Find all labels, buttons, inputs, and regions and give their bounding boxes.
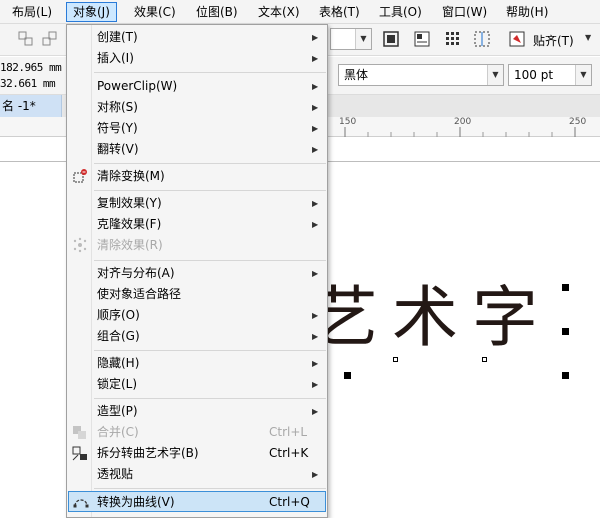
art-text-object[interactable]: 艺术字 <box>312 278 552 358</box>
menu-item-combine: 合并(C) Ctrl+L <box>68 422 326 443</box>
menu-item-flip[interactable]: 翻转(V) ▶ <box>68 139 326 160</box>
object-menu-dropdown: 创建(T) ▶ 插入(I) ▶ PowerClip(W) ▶ 对称(S) ▶ 符号(Y)… <box>66 24 328 518</box>
menu-window[interactable]: 窗口(W) <box>436 2 493 22</box>
snap-to-icon[interactable] <box>507 29 527 49</box>
menu-item-lock[interactable]: 锁定(L) ▶ <box>68 374 326 395</box>
menu-item-fit-to-path[interactable]: 使对象适合路径 <box>68 284 326 305</box>
grid-icon[interactable] <box>443 29 463 49</box>
menu-help[interactable]: 帮助(H) <box>500 2 554 22</box>
combine-icon <box>71 424 89 441</box>
guidelines-icon[interactable] <box>472 29 492 49</box>
menu-bar: 布局(L) 对象(J) 效果(C) 位图(B) 文本(X) 表格(T) 工具(O… <box>0 0 600 24</box>
ruler-label: 200 <box>454 117 472 127</box>
document-tab[interactable]: 名 -1* <box>0 95 62 117</box>
submenu-arrow-icon: ▶ <box>312 407 319 416</box>
menu-item-perspective[interactable]: 透视贴 ▶ <box>68 464 326 485</box>
selection-handle[interactable] <box>562 328 569 335</box>
menu-item-powerclip[interactable]: PowerClip(W) ▶ <box>68 76 326 97</box>
submenu-arrow-icon: ▶ <box>312 82 319 91</box>
clear-transform-icon <box>71 168 89 185</box>
menu-separator <box>94 350 326 351</box>
font-family-select[interactable]: 黑体 ▼ <box>338 64 504 86</box>
page-icon[interactable] <box>412 29 432 49</box>
coreldraw-window: 布局(L) 对象(J) 效果(C) 位图(B) 文本(X) 表格(T) 工具(O… <box>0 0 600 518</box>
submenu-arrow-icon: ▶ <box>312 145 319 154</box>
submenu-arrow-icon: ▶ <box>312 269 319 278</box>
menu-bitmaps[interactable]: 位图(B) <box>190 2 244 22</box>
menu-item-create[interactable]: 创建(T) ▶ <box>68 27 326 48</box>
menu-table[interactable]: 表格(T) <box>313 2 366 22</box>
menu-text[interactable]: 文本(X) <box>252 2 306 22</box>
submenu-arrow-icon: ▶ <box>312 311 319 320</box>
menu-layout[interactable]: 布局(L) <box>6 2 58 22</box>
menu-item-symmetry[interactable]: 对称(S) ▶ <box>68 97 326 118</box>
menu-separator <box>94 398 326 399</box>
menu-item-break-apart-art-text[interactable]: 拆分转曲艺术字(B) Ctrl+K <box>68 443 326 464</box>
menu-item-shaping[interactable]: 造型(P) ▶ <box>68 401 326 422</box>
menu-item-clear-transform[interactable]: 清除变换(M) <box>68 166 326 187</box>
menu-separator <box>94 488 326 489</box>
submenu-arrow-icon: ▶ <box>312 124 319 133</box>
menu-separator <box>94 72 326 73</box>
menu-item-group[interactable]: 组合(G) ▶ <box>68 326 326 347</box>
node-handle[interactable] <box>393 357 398 362</box>
snap-to-label[interactable]: 贴齐(T) <box>533 32 574 49</box>
submenu-arrow-icon: ▶ <box>312 54 319 63</box>
y-position-field[interactable]: 32.661 mm <box>0 76 64 92</box>
menu-item-insert[interactable]: 插入(I) ▶ <box>68 48 326 69</box>
menu-item-copy-effect[interactable]: 复制效果(Y) ▶ <box>68 193 326 214</box>
font-family-value: 黑体 <box>344 68 369 82</box>
chevron-down-icon[interactable]: ▼ <box>487 65 503 85</box>
x-position-field[interactable]: 182.965 mm <box>0 60 64 76</box>
submenu-arrow-icon: ▶ <box>312 332 319 341</box>
menu-item-symbol[interactable]: 符号(Y) ▶ <box>68 118 326 139</box>
selection-handle[interactable] <box>562 372 569 379</box>
menu-separator <box>94 260 326 261</box>
selection-handle[interactable] <box>562 284 569 291</box>
menu-item-clone-effect[interactable]: 克隆效果(F) ▶ <box>68 214 326 235</box>
menu-item-convert-to-curves[interactable]: 转换为曲线(V) Ctrl+Q <box>68 491 326 512</box>
chevron-down-icon[interactable]: ▼ <box>575 65 591 85</box>
fullscreen-icon[interactable] <box>381 29 401 49</box>
menu-item-hide[interactable]: 隐藏(H) ▶ <box>68 353 326 374</box>
menu-tools[interactable]: 工具(O) <box>373 2 428 22</box>
menu-separator <box>94 190 326 191</box>
ruler-label: 150 <box>339 117 357 127</box>
submenu-arrow-icon: ▶ <box>312 199 319 208</box>
submenu-arrow-icon: ▶ <box>312 380 319 389</box>
font-size-select[interactable]: 100 pt ▼ <box>508 64 592 86</box>
chevron-down-icon[interactable]: ▼ <box>355 29 371 49</box>
selection-handle[interactable] <box>344 372 351 379</box>
convert-to-curves-icon <box>72 494 90 511</box>
menu-effects[interactable]: 效果(C) <box>128 2 182 22</box>
menu-item-align-distribute[interactable]: 对齐与分布(A) ▶ <box>68 263 326 284</box>
submenu-arrow-icon: ▶ <box>312 33 319 42</box>
submenu-arrow-icon: ▶ <box>312 470 319 479</box>
align-right-icon[interactable] <box>40 29 60 49</box>
break-apart-icon <box>71 445 89 462</box>
submenu-arrow-icon: ▶ <box>312 103 319 112</box>
ruler-label: 250 <box>569 117 587 127</box>
menu-separator <box>94 163 326 164</box>
toolbar-combo[interactable]: ▼ <box>330 28 372 50</box>
node-handle[interactable] <box>482 357 487 362</box>
font-size-value: 100 pt <box>514 68 554 82</box>
chevron-down-icon[interactable]: ▼ <box>585 33 591 42</box>
align-left-icon[interactable] <box>16 29 36 49</box>
menu-item-clear-effect: 清除效果(R) <box>68 235 326 256</box>
submenu-arrow-icon: ▶ <box>312 359 319 368</box>
clear-effect-icon <box>71 237 89 254</box>
menu-item-order[interactable]: 顺序(O) ▶ <box>68 305 326 326</box>
menu-object[interactable]: 对象(J) <box>66 2 117 22</box>
submenu-arrow-icon: ▶ <box>312 220 319 229</box>
